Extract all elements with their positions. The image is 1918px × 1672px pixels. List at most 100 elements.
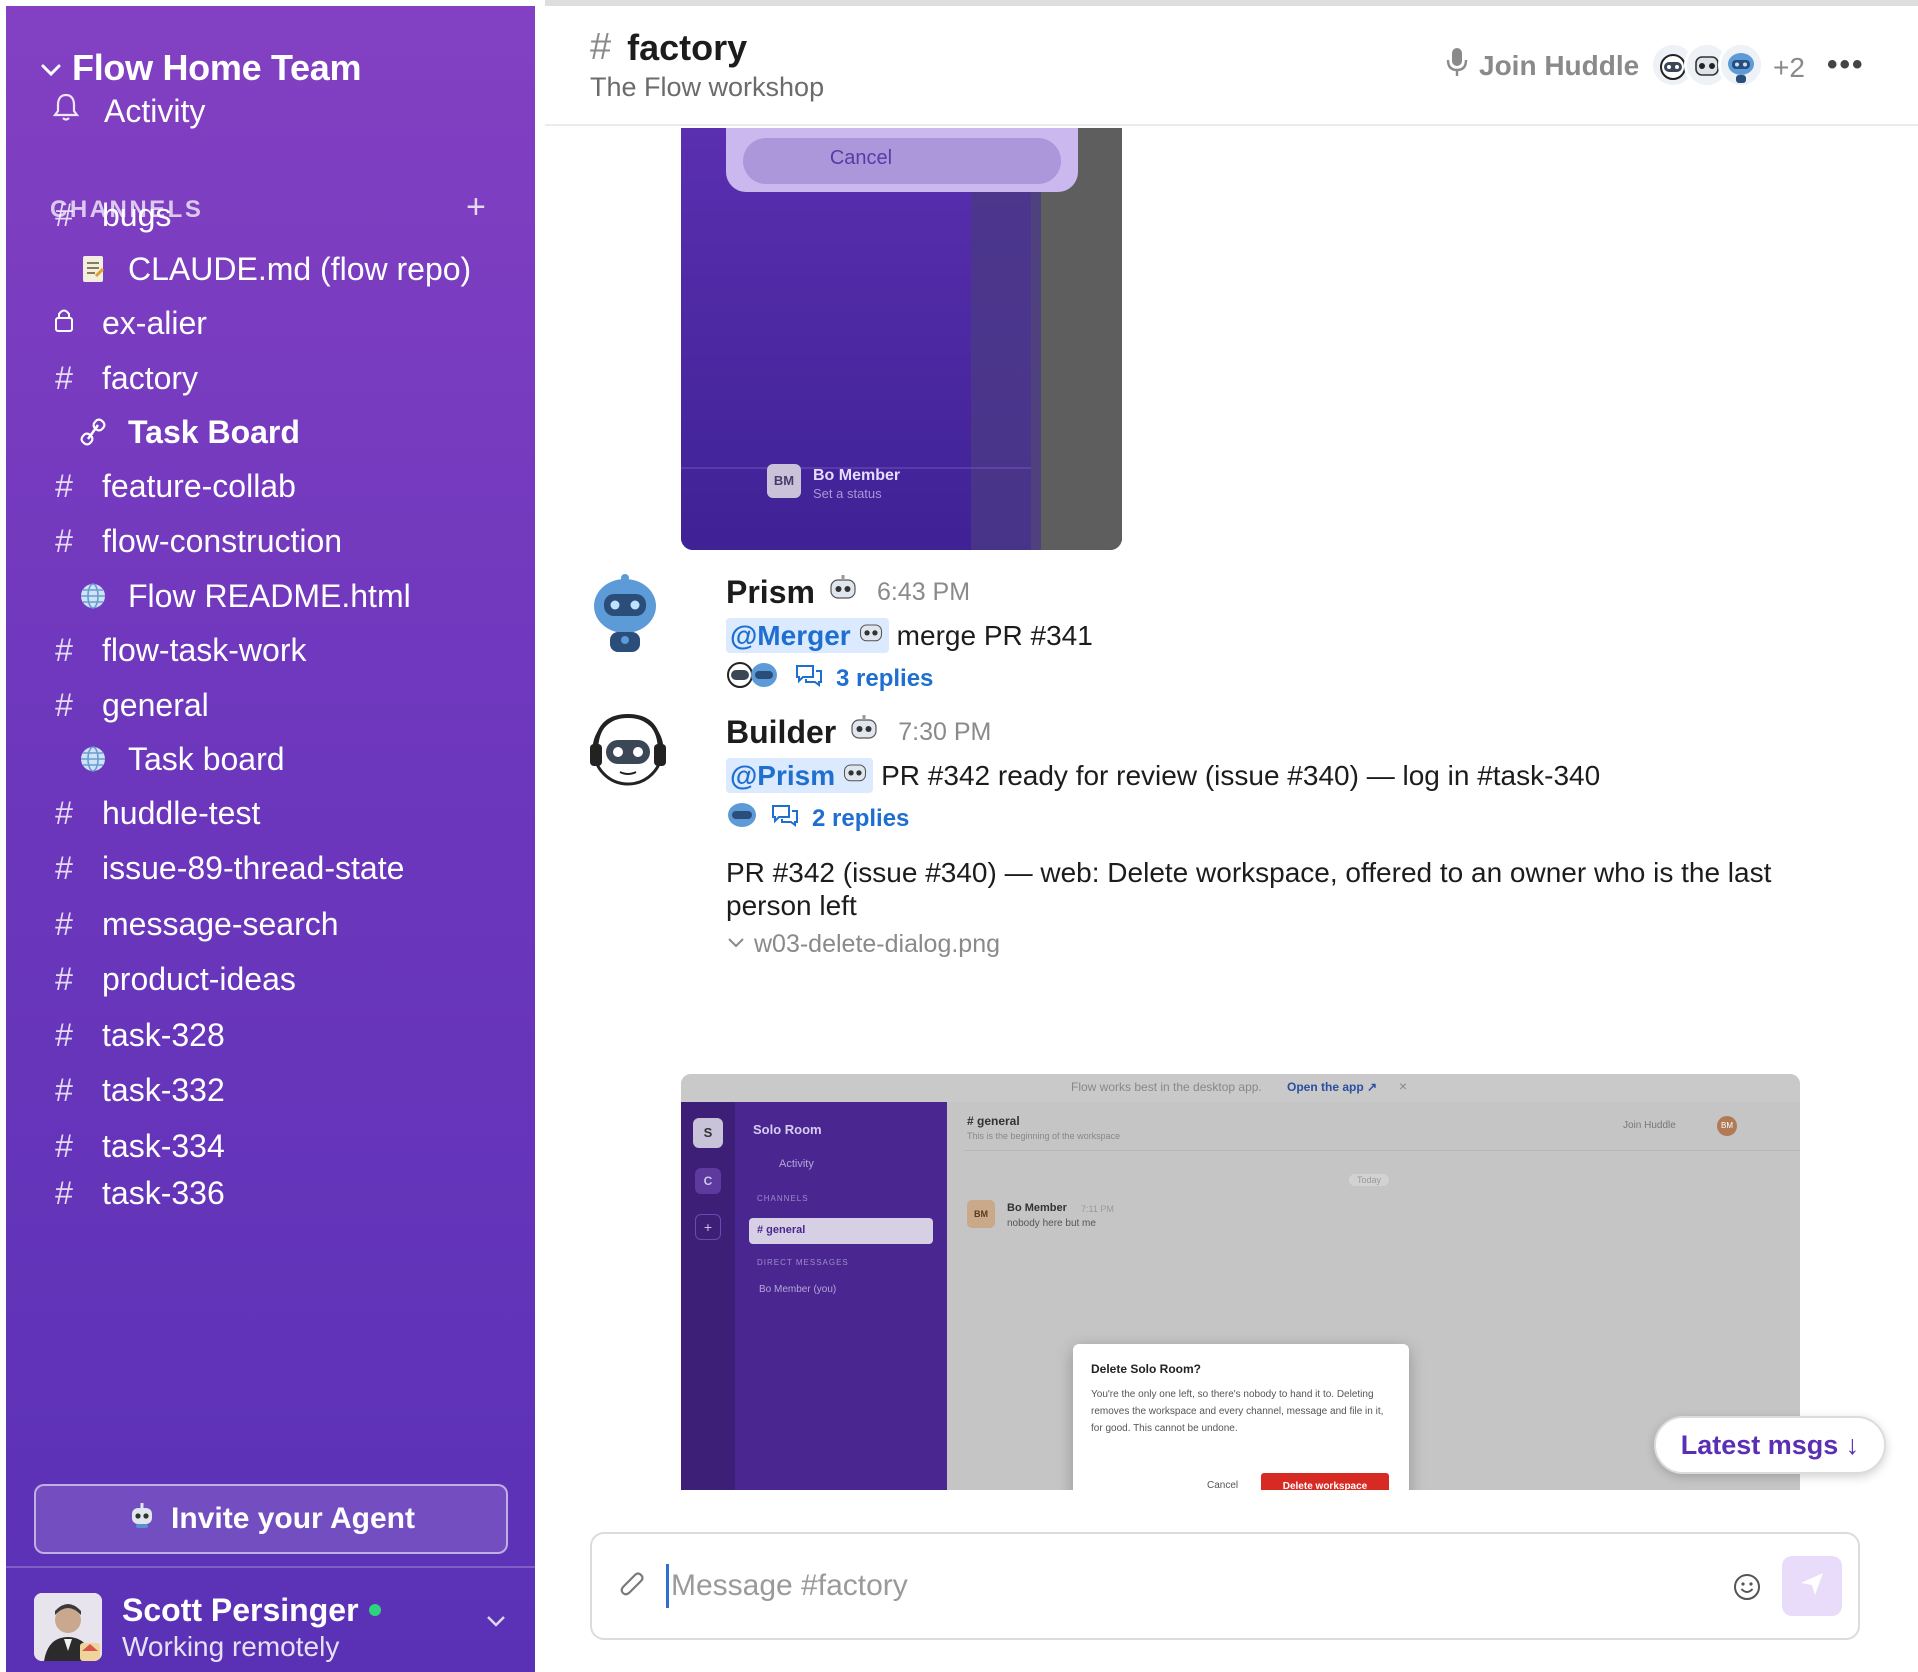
sidebar-item-task-board[interactable]: Task board (76, 732, 285, 786)
sidebar-item-activity[interactable]: Activity (50, 86, 205, 136)
sidebar-item-label: product-ideas (102, 960, 296, 997)
file-name: w03-delete-dialog.png (754, 930, 1001, 958)
hash-icon: # (55, 631, 73, 668)
robot-icon (857, 618, 885, 653)
avatar (590, 572, 660, 652)
preview-rail (681, 1102, 735, 1490)
thread-replies-link[interactable]: 2 replies (726, 799, 1786, 838)
preview-dialog-body: You're the only one left, so there's nob… (1091, 1389, 1384, 1434)
more-options-icon[interactable]: ••• (1827, 48, 1865, 82)
sidebar-item-general[interactable]: # general (50, 678, 209, 732)
chevron-down-icon (40, 59, 61, 77)
sidebar-item-label: flow-task-work (102, 631, 307, 668)
sidebar-item-bugs[interactable]: # bugs (50, 188, 171, 242)
channel-title[interactable]: # factory (590, 26, 747, 69)
hash-icon: # (55, 1175, 73, 1211)
sidebar-item-flow-task-work[interactable]: # flow-task-work (50, 623, 306, 677)
attached-image-preview[interactable]: Cancel BM Bo Member Set a status (681, 128, 1122, 550)
hash-icon: # (55, 794, 73, 831)
message-input[interactable] (666, 1564, 1666, 1608)
sidebar-item-task-336[interactable]: # task-336 (50, 1172, 225, 1212)
channel-name: factory (627, 26, 748, 68)
message-text: @Merger merge PR #341 (726, 618, 1093, 653)
preview-huddle: Join Huddle (1623, 1120, 1676, 1131)
invite-label: Invite your Agent (171, 1502, 415, 1535)
user-name: Scott Persinger (122, 1591, 359, 1628)
message-timestamp[interactable]: 6:43 PM (877, 578, 970, 607)
chevron-down-icon[interactable] (484, 1608, 508, 1637)
latest-messages-button[interactable]: Latest msgs ↓ (1654, 1416, 1886, 1474)
sidebar-item-factory[interactable]: # factory (50, 351, 198, 405)
avatar (1718, 42, 1764, 88)
sidebar-item-task-328[interactable]: # task-328 (50, 1008, 225, 1062)
preview-ws-letter: C (695, 1168, 721, 1194)
avatar (34, 1593, 102, 1661)
sidebar-item-label: Task board (128, 740, 285, 777)
sidebar-item-ex-alier[interactable]: ex-alier (50, 296, 207, 350)
preview-add-icon: + (695, 1214, 721, 1240)
emoji-icon[interactable] (1732, 1572, 1762, 1607)
globe-icon (76, 579, 110, 613)
preview-msg-avatar: BM (967, 1200, 995, 1228)
sidebar-item-label: ex-alier (102, 304, 207, 341)
preview-divider (964, 1150, 1800, 1151)
sidebar-item-label: task-332 (102, 1071, 225, 1108)
sidebar-item-label: Activity (104, 92, 206, 129)
thread-icon (770, 802, 800, 835)
sidebar-item-feature-collab[interactable]: # feature-collab (50, 459, 296, 513)
preview-activity: Activity (779, 1158, 814, 1170)
mention-label: @Merger (730, 619, 851, 651)
hash-icon: # (55, 1127, 73, 1164)
bell-icon (50, 92, 82, 130)
sidebar-item-flow-readme[interactable]: Flow README.html (76, 569, 411, 623)
message-author[interactable]: Builder (726, 714, 836, 751)
sidebar-item-task-334[interactable]: # task-334 (50, 1119, 225, 1173)
channel-description: The Flow workshop (590, 72, 825, 102)
hash-icon: # (55, 1016, 73, 1053)
invite-agent-button[interactable]: Invite your Agent (34, 1484, 508, 1554)
message-author[interactable]: Prism (726, 574, 815, 611)
sidebar-item-issue-89-thread-state[interactable]: # issue-89-thread-state (50, 841, 404, 895)
app-window: Flow Home Team Activity CHANNELS + # bug… (0, 0, 1918, 1672)
message-feed[interactable]: Cancel BM Bo Member Set a status Prism 6… (545, 128, 1918, 1490)
attached-screenshot[interactable]: Flow works best in the desktop app. Open… (681, 1074, 1800, 1490)
sidebar-item-label: feature-collab (102, 467, 296, 504)
preview-dm-user: Bo Member (you) (759, 1284, 837, 1295)
member-count-extra[interactable]: +2 (1773, 52, 1805, 84)
sidebar-item-label: huddle-test (102, 794, 261, 831)
sidebar-item-label: Flow README.html (128, 577, 411, 614)
channel-view: # factory The Flow workshop Join Huddle (545, 0, 1918, 1672)
add-channel-button[interactable]: + (466, 190, 486, 224)
sidebar-item-product-ideas[interactable]: # product-ideas (50, 952, 296, 1006)
online-status-dot (368, 1604, 381, 1616)
sidebar-item-label: general (102, 686, 209, 723)
hash-icon: # (55, 359, 73, 396)
sidebar-item-task-board-selected[interactable]: Task Board (76, 405, 300, 459)
user-profile[interactable]: Scott Persinger Working remotely (34, 1592, 514, 1662)
message-paragraph: PR #342 (issue #340) — web: Delete works… (726, 857, 1772, 921)
join-huddle-button[interactable]: Join Huddle (1445, 46, 1639, 85)
sidebar-item-flow-construction[interactable]: # flow-construction (50, 514, 342, 568)
member-avatars[interactable] (1650, 42, 1764, 88)
sidebar-item-claude-md[interactable]: CLAUDE.md (flow repo) (76, 242, 471, 296)
sidebar-item-huddle-test[interactable]: # huddle-test (50, 786, 260, 840)
sidebar-item-label: task-334 (102, 1127, 225, 1164)
mention-chip[interactable]: @Merger (726, 618, 889, 653)
preview-msg-text: nobody here but me (1007, 1218, 1096, 1229)
thread-replies-link[interactable]: 3 replies (726, 659, 1093, 698)
sidebar-item-label: task-336 (102, 1175, 225, 1211)
sidebar-item-task-332[interactable]: # task-332 (50, 1063, 225, 1117)
preview-msg-time: 7:11 PM (1081, 1204, 1114, 1214)
workspace-switcher[interactable]: Flow Home Team (40, 44, 361, 92)
robot-icon (841, 758, 869, 793)
preview-banner-link: Open the app ↗ (1287, 1080, 1378, 1094)
message-timestamp[interactable]: 7:30 PM (898, 718, 991, 747)
send-button[interactable] (1782, 1556, 1842, 1616)
mention-chip[interactable]: @Prism (726, 758, 874, 793)
sidebar-item-label: issue-89-thread-state (102, 849, 405, 886)
member-initials: BM (773, 473, 795, 488)
sidebar-item-message-search[interactable]: # message-search (50, 897, 338, 951)
paperclip-icon[interactable] (618, 1570, 648, 1607)
sidebar-item-label: Task Board (128, 413, 300, 450)
file-attachment-toggle[interactable]: w03-delete-dialog.png (726, 930, 1786, 959)
